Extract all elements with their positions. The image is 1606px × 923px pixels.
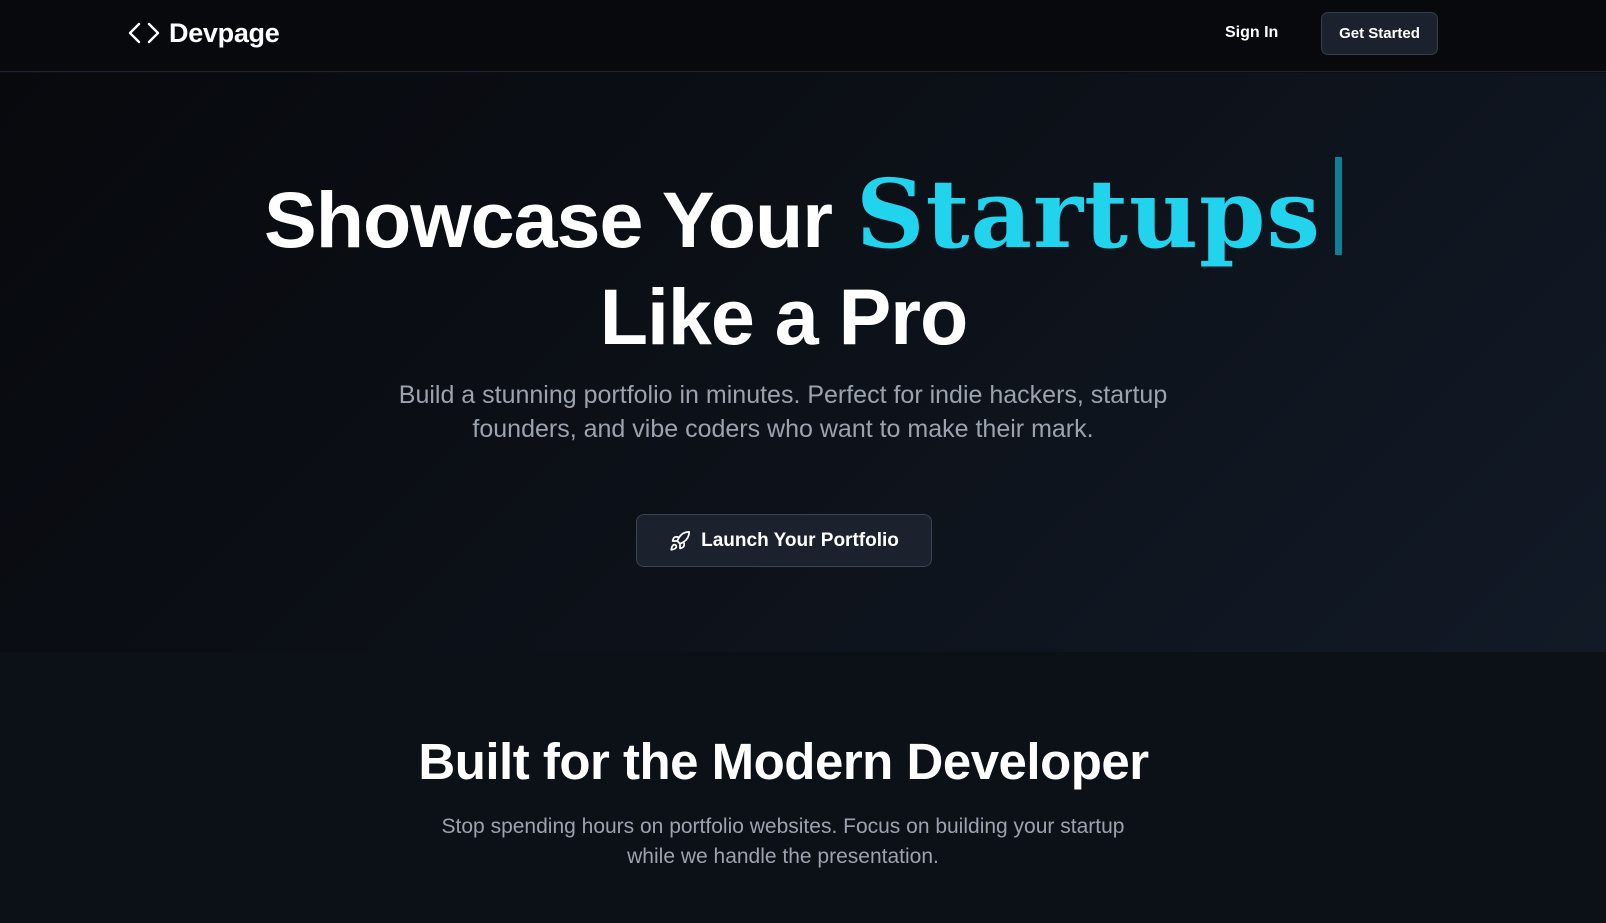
- features-section: Built for the Modern Developer Stop spen…: [0, 652, 1606, 923]
- typing-cursor: [1334, 157, 1342, 255]
- top-nav: Devpage Sign In Get Started: [0, 0, 1606, 72]
- get-started-button[interactable]: Get Started: [1321, 12, 1438, 55]
- launch-portfolio-label: Launch Your Portfolio: [701, 529, 899, 551]
- features-subtitle: Stop spending hours on portfolio website…: [441, 815, 1125, 868]
- launch-portfolio-button[interactable]: Launch Your Portfolio: [636, 514, 932, 567]
- hero-title-line2: Like a Pro: [599, 272, 969, 361]
- hero-subtitle: Build a stunning portfolio in minutes. P…: [398, 381, 1168, 443]
- hero-section: Showcase Your Startups Like a Pro Build …: [0, 73, 1606, 652]
- logo[interactable]: Devpage: [128, 15, 280, 51]
- hero-title-prefix: Showcase Your: [264, 175, 833, 264]
- hero-title-highlight: Startups: [856, 159, 1321, 270]
- rocket-icon: [669, 530, 691, 552]
- logo-text: Devpage: [169, 17, 280, 48]
- sign-in-link[interactable]: Sign In: [1225, 20, 1278, 46]
- hero-title: Showcase Your Startups: [0, 149, 1606, 270]
- landing-page: Devpage Sign In Get Started Showcase You…: [0, 0, 1606, 923]
- features-title: Built for the Modern Developer: [418, 733, 1149, 790]
- code-brackets-icon: [128, 21, 160, 45]
